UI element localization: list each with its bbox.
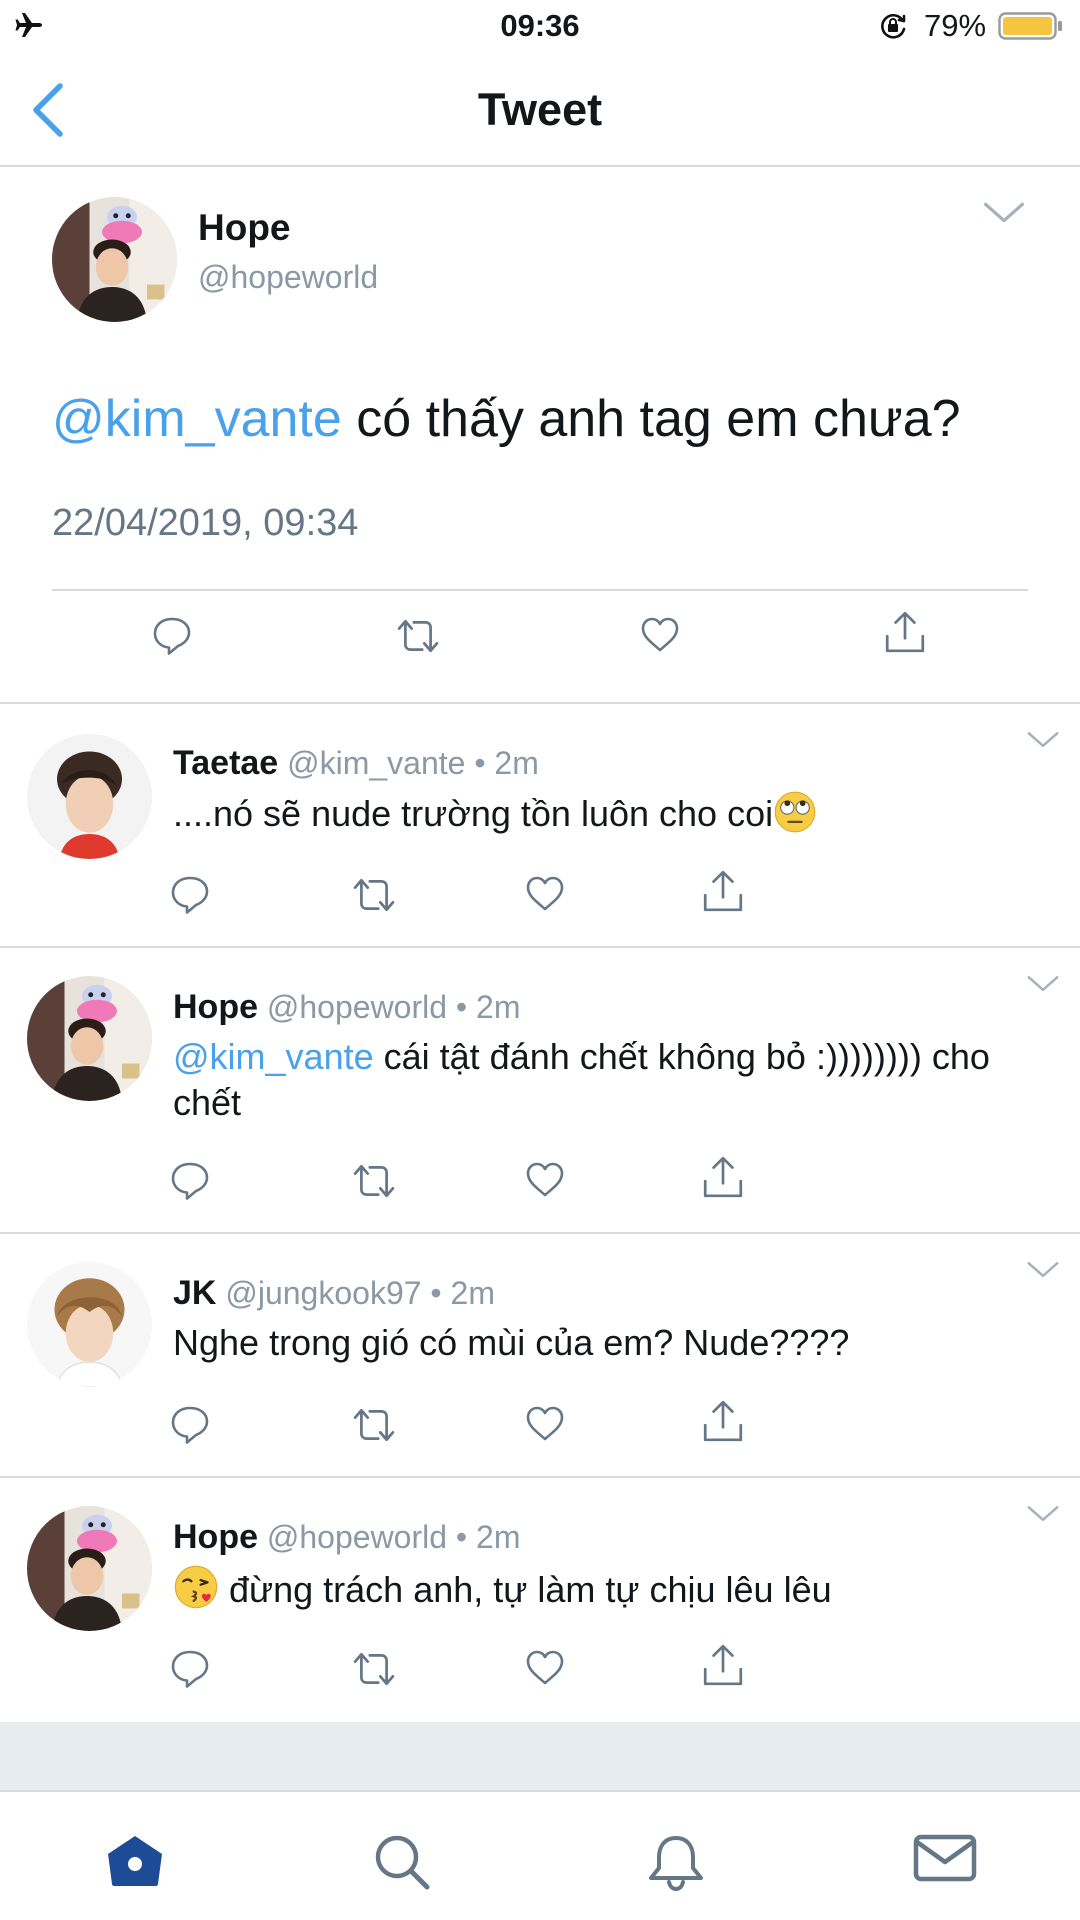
author-handle[interactable]: @hopeworld	[198, 259, 378, 296]
avatar[interactable]	[27, 1262, 152, 1387]
author-handle[interactable]: @hopeworld	[267, 1519, 447, 1555]
status-time: 09:36	[500, 8, 580, 43]
reply-text: Nghe trong gió có mùi của em? Nude????	[173, 1320, 1023, 1366]
reply-header: JK @jungkook97 • 2m	[173, 1274, 495, 1313]
reply-time: 2m	[476, 1519, 521, 1555]
share-icon[interactable]	[700, 1398, 746, 1444]
messages-icon[interactable]	[912, 1832, 978, 1884]
tweet-actions	[0, 1404, 1080, 1454]
avatar[interactable]	[52, 197, 177, 322]
tweet-body: có thấy anh tag em chưa?	[341, 390, 961, 448]
reply-tweet[interactable]: JK @jungkook97 • 2m Nghe trong gió có mù…	[0, 1234, 1080, 1478]
tab-bar	[0, 1790, 1080, 1920]
status-bar: 09:36 79%	[0, 0, 1080, 54]
reply-tweet[interactable]: Hope @hopeworld • 2m đừng trách anh, tự …	[0, 1478, 1080, 1722]
reply-time: 2m	[494, 745, 539, 781]
tweet-actions	[0, 874, 1080, 924]
author-name[interactable]: Taetae	[173, 744, 278, 782]
author-name[interactable]: JK	[173, 1274, 216, 1312]
list-end-background	[0, 1722, 1080, 1790]
mention-link[interactable]: @kim_vante	[52, 390, 342, 448]
kissing-heart-emoji	[173, 1564, 219, 1610]
share-icon[interactable]	[700, 1642, 746, 1688]
retweet-icon[interactable]	[394, 615, 442, 657]
reply-icon[interactable]	[170, 1160, 210, 1200]
main-tweet: Hope @hopeworld @kim_vante có thấy anh t…	[0, 167, 1080, 704]
retweet-icon[interactable]	[350, 1404, 398, 1446]
nav-bar: Tweet	[0, 54, 1080, 167]
chevron-down-icon[interactable]	[982, 200, 1026, 226]
tweet-actions	[0, 613, 1080, 685]
reply-time: 2m	[476, 989, 521, 1025]
like-icon[interactable]	[525, 1648, 565, 1688]
reply-body: Nghe trong gió có mùi của em? Nude????	[173, 1322, 850, 1363]
reply-tweet[interactable]: Hope @hopeworld • 2m @kim_vante cái tật …	[0, 948, 1080, 1234]
author-handle[interactable]: @kim_vante	[287, 745, 465, 781]
retweet-icon[interactable]	[350, 874, 398, 916]
chevron-down-icon[interactable]	[1026, 1504, 1060, 1524]
reply-icon[interactable]	[170, 1648, 210, 1688]
retweet-icon[interactable]	[350, 1648, 398, 1690]
reply-header: Hope @hopeworld • 2m	[173, 988, 520, 1027]
battery-percent: 79%	[924, 8, 987, 43]
battery-icon	[998, 12, 1064, 40]
page-title: Tweet	[477, 84, 603, 135]
separator-dot: •	[474, 745, 486, 781]
tweet-timestamp: 22/04/2019, 09:34	[52, 502, 359, 544]
divider	[52, 589, 1028, 591]
chevron-down-icon[interactable]	[1026, 1260, 1060, 1280]
author-name[interactable]: Hope	[198, 207, 291, 249]
retweet-icon[interactable]	[350, 1160, 398, 1202]
author-handle[interactable]: @jungkook97	[225, 1275, 421, 1311]
like-icon[interactable]	[525, 1160, 565, 1200]
reply-text: đừng trách anh, tự làm tự chịu lêu lêu	[173, 1564, 1023, 1613]
like-icon[interactable]	[640, 615, 680, 655]
tweet-actions	[0, 1648, 1080, 1698]
share-icon[interactable]	[882, 609, 928, 655]
chevron-down-icon[interactable]	[1026, 730, 1060, 750]
search-icon[interactable]	[372, 1832, 432, 1892]
reply-icon[interactable]	[152, 615, 192, 655]
separator-dot: •	[430, 1275, 442, 1311]
avatar[interactable]	[27, 976, 152, 1101]
mention-link[interactable]: @kim_vante	[173, 1036, 374, 1077]
chevron-down-icon[interactable]	[1026, 974, 1060, 994]
share-icon[interactable]	[700, 868, 746, 914]
reply-body: đừng trách anh, tự làm tự chịu lêu lêu	[219, 1569, 832, 1610]
tweet-actions	[0, 1160, 1080, 1210]
tweet-text: @kim_vante có thấy anh tag em chưa?	[52, 389, 961, 449]
notifications-icon[interactable]	[645, 1832, 707, 1894]
like-icon[interactable]	[525, 1404, 565, 1444]
reply-text: ....nó sẽ nude trường tồn luôn cho coi	[173, 790, 1023, 837]
reply-icon[interactable]	[170, 1404, 210, 1444]
reply-time: 2m	[450, 1275, 495, 1311]
avatar[interactable]	[27, 734, 152, 859]
author-handle[interactable]: @hopeworld	[267, 989, 447, 1025]
author-name[interactable]: Hope	[173, 1518, 258, 1556]
reply-body: ....nó sẽ nude trường tồn luôn cho coi	[173, 793, 774, 834]
reply-header: Hope @hopeworld • 2m	[173, 1518, 520, 1557]
reply-header: Taetae @kim_vante • 2m	[173, 744, 539, 783]
avatar[interactable]	[27, 1506, 152, 1631]
rotation-lock-icon	[878, 11, 908, 41]
eye-roll-emoji	[773, 790, 817, 834]
share-icon[interactable]	[700, 1154, 746, 1200]
author-name[interactable]: Hope	[173, 988, 258, 1026]
separator-dot: •	[455, 1519, 468, 1555]
separator-dot: •	[455, 989, 468, 1025]
reply-tweet[interactable]: Taetae @kim_vante • 2m ....nó sẽ nude tr…	[0, 704, 1080, 948]
reply-text: @kim_vante cái tật đánh chết không bỏ :)…	[173, 1034, 1003, 1126]
reply-icon[interactable]	[170, 874, 210, 914]
home-icon[interactable]	[102, 1832, 168, 1888]
like-icon[interactable]	[525, 874, 565, 914]
